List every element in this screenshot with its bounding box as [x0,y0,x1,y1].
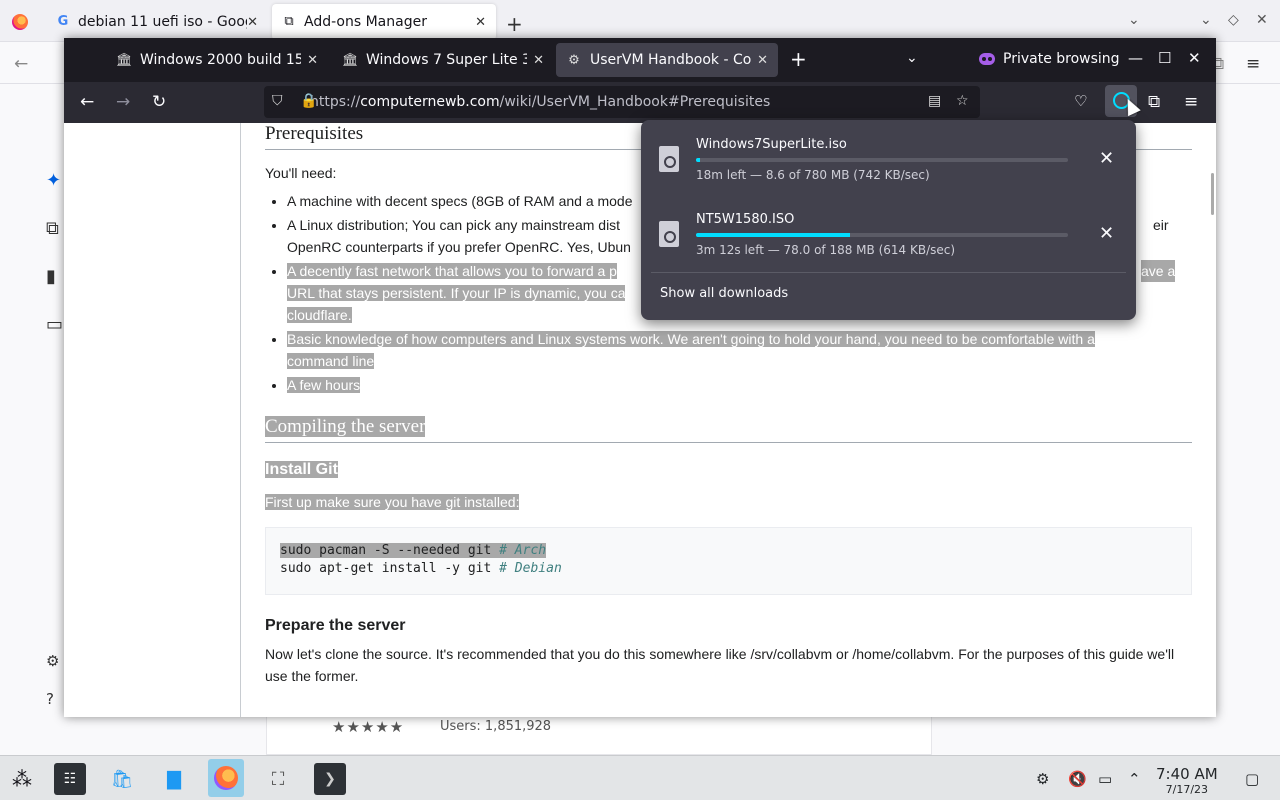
heading-install-git: Install Git [265,461,338,478]
clock[interactable]: 7:40 AM 7/17/23 [1156,765,1218,796]
list-all-tabs-icon[interactable]: ⌄ [906,50,918,66]
close-window-icon[interactable]: ✕ [1256,12,1268,28]
paragraph-prepare: Now let's clone the source. It's recomme… [265,646,1175,684]
shield-icon[interactable]: ⛉ [272,93,283,109]
back-icon[interactable]: ← [14,54,28,74]
download-item[interactable]: Windows7SuperLite.iso 18m left — 8.6 of … [641,120,1136,190]
menu-icon[interactable]: ≡ [1184,92,1198,112]
forward-icon[interactable]: → [116,92,130,112]
maximize-icon[interactable]: ☐ [1158,49,1171,67]
themes-icon[interactable]: ▮ [46,266,56,287]
downloads-panel: Windows7SuperLite.iso 18m left — 8.6 of … [641,120,1136,320]
tab-windows-2000[interactable]: 🏛 Windows 2000 build 1580 ✕ [106,43,328,77]
new-tab-button[interactable]: + [506,12,523,36]
puzzle-icon: ⧉ [284,14,294,29]
show-desktop-icon[interactable]: ▢ [1245,770,1259,788]
file-manager-icon[interactable]: ▇ [158,763,190,795]
scrollbar[interactable] [1211,173,1214,215]
reader-view-icon[interactable]: ▤ [928,93,941,109]
file-icon [659,146,679,172]
url-text: https://computernewb.com/wiki/UserVM_Han… [310,94,771,110]
list-item: Basic knowledge of how computers and Lin… [287,328,1192,372]
heading-prepare-server: Prepare the server [265,617,406,634]
minimize-icon[interactable]: ⌄ [1200,12,1212,28]
progress-bar [696,158,1068,162]
close-icon[interactable]: ✕ [307,53,318,68]
code-block: sudo pacman -S --needed git # Arch sudo … [265,527,1192,595]
bg-tab-google[interactable]: G debian 11 uefi iso - Google ✕ [46,4,268,40]
discover-store-icon[interactable]: 🛍 [106,763,138,795]
new-tab-button[interactable]: + [790,47,807,71]
sidebar-divider [240,123,241,717]
close-icon[interactable]: ✕ [247,15,258,30]
rating-stars: ★★★★★ [332,718,405,736]
heading-compiling: Compiling the server [265,416,1192,443]
firefox-taskbar-icon[interactable] [208,759,244,797]
divider [651,272,1126,273]
minimize-icon[interactable]: — [1128,49,1143,67]
paragraph-git-intro: First up make sure you have git installe… [265,494,520,510]
gear-icon[interactable]: ⚙ [46,652,59,670]
private-mask-icon [979,53,995,65]
extensions-icon[interactable]: ⧉ [1148,92,1160,112]
bg-tab-bar: G debian 11 uefi iso - Google ✕ ⧉ Add-on… [0,0,1280,42]
nav-bar: ← → ↻ ⛉ 🔒 https://computernewb.com/wiki/… [64,82,1216,123]
chevron-down-icon[interactable]: ⌄ [1128,12,1140,28]
google-icon: G [57,14,69,29]
private-browsing-indicator: Private browsing [979,51,1120,67]
menu-icon[interactable]: ≡ [1246,54,1260,74]
bank-icon: 🏛 [342,52,359,68]
pocket-icon[interactable]: ♡ [1074,92,1087,110]
firefox-logo-icon [12,14,28,30]
addon-users: Users: 1,851,928 [440,719,552,734]
close-icon[interactable]: ✕ [533,53,544,68]
volume-muted-icon[interactable]: 🔇 [1068,770,1087,788]
close-icon[interactable]: ✕ [757,53,768,68]
tab-uservm-handbook[interactable]: ⚙ UserVM Handbook - Comp ✕ [556,43,778,77]
tab-bar: 🏛 Windows 2000 build 1580 ✕ 🏛 Windows 7 … [64,38,1216,82]
display-icon[interactable]: ▭ [1098,770,1112,788]
recommendations-icon[interactable]: ✦ [46,170,61,191]
taskbar: ⁂ ☷ 🛍 ▇ ⛶ ❯ ⚙ 🔇 ▭ ⌃ ▢ [0,755,1280,800]
bank-icon: 🏛 [116,52,133,68]
maximize-icon[interactable]: ◇ [1228,12,1239,28]
cancel-download-icon[interactable]: ✕ [1099,223,1114,244]
system-settings-icon[interactable]: ☷ [54,763,86,795]
bookmark-star-icon[interactable]: ☆ [956,93,969,109]
show-all-downloads-button[interactable]: Show all downloads [660,286,788,301]
url-bar[interactable]: ⛉ 🔒 https://computernewb.com/wiki/UserVM… [264,86,980,118]
back-icon[interactable]: ← [80,92,94,112]
lock-icon[interactable]: 🔒 [300,93,317,109]
close-icon[interactable]: ✕ [475,15,486,30]
tab-windows-7[interactable]: 🏛 Windows 7 Super Lite 32-b ✕ [332,43,554,77]
bg-tab-addons[interactable]: ⧉ Add-ons Manager ✕ [272,4,496,40]
progress-bar [696,233,1068,237]
plugins-icon[interactable]: ▭ [46,314,63,335]
cancel-download-icon[interactable]: ✕ [1099,148,1114,169]
file-icon [659,221,679,247]
terminal-icon[interactable]: ❯ [314,763,346,795]
help-icon[interactable]: ? [46,690,54,708]
app-launcher-icon[interactable]: ⁂ [6,763,38,795]
list-item: A few hours [287,374,1192,396]
site-icon: ⚙ [568,52,580,68]
download-item[interactable]: NT5W1580.ISO 3m 12s left — 78.0 of 188 M… [641,195,1136,265]
screenshot-icon[interactable]: ⛶ [262,763,294,795]
extensions-icon[interactable]: ⧉ [46,218,59,239]
close-window-icon[interactable]: ✕ [1188,49,1201,67]
reload-icon[interactable]: ↻ [152,92,166,112]
chevron-up-icon[interactable]: ⌃ [1128,770,1141,788]
network-icon[interactable]: ⚙ [1036,770,1049,788]
